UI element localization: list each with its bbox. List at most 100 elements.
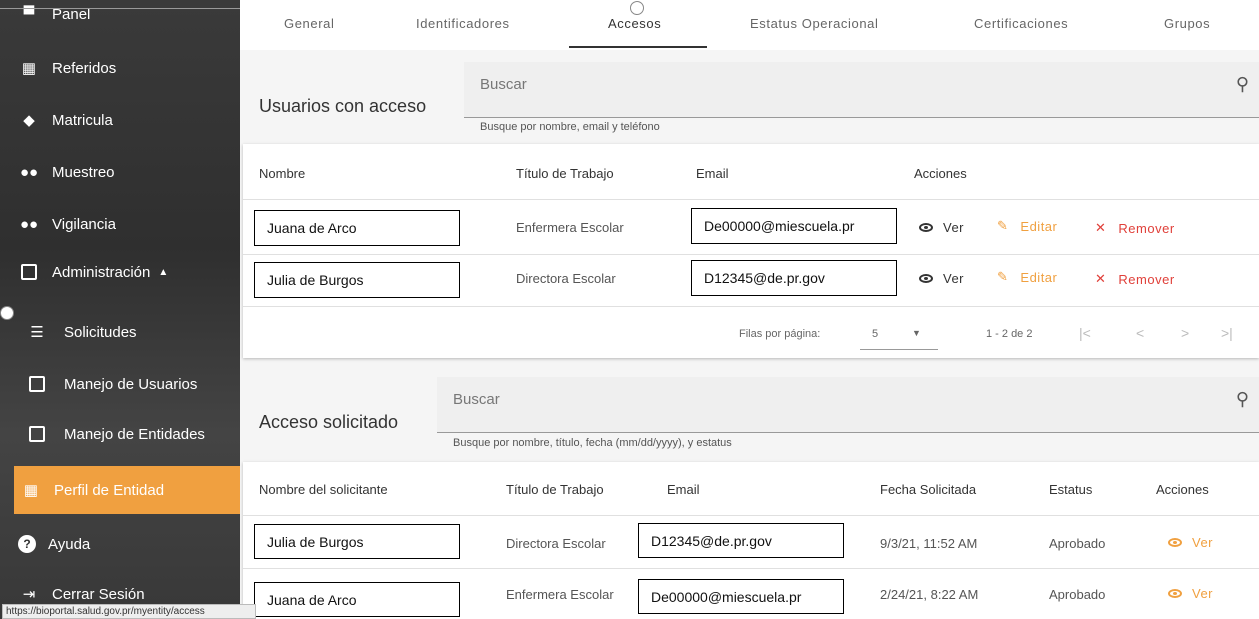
request-date-cell: 9/3/21, 11:52 AM — [880, 536, 978, 551]
column-header-status: Estatus — [1049, 482, 1093, 497]
resize-handle[interactable] — [630, 1, 644, 15]
resize-handle[interactable] — [0, 306, 14, 320]
eye-icon — [919, 274, 933, 283]
user-job-cell: Directora Escolar — [516, 271, 616, 286]
sidebar-item-label: Referidos — [52, 59, 117, 77]
sidebar-item-perfil-entidad[interactable]: ▦ Perfil de Entidad — [14, 466, 240, 514]
sidebar-item-muestreo[interactable]: ●● Muestreo — [0, 148, 240, 196]
sidebar-item-label: Administración — [52, 263, 151, 281]
requester-name-cell: Juana de Arco — [254, 582, 460, 617]
settings-box-icon — [18, 261, 40, 283]
search-icon[interactable]: ⚲ — [1236, 74, 1249, 95]
divider — [243, 199, 1259, 200]
rows-per-page-label: Filas por página: — [739, 328, 821, 340]
edit-button[interactable]: ✎ Editar — [997, 269, 1057, 285]
tab-identificadores[interactable]: Identificadores — [416, 16, 510, 31]
graduation-cap-icon: ◆ — [23, 112, 35, 129]
user-job-cell: Enfermera Escolar — [516, 220, 624, 235]
view-button[interactable]: Ver — [919, 271, 964, 286]
edit-button[interactable]: ✎ Editar — [997, 218, 1057, 234]
people-icon: ●● — [19, 215, 39, 233]
sidebar-item-label: Ayuda — [48, 535, 91, 553]
user-email-cell: De00000@miescuela.pr — [691, 208, 897, 244]
search-icon[interactable]: ⚲ — [1236, 389, 1249, 410]
requester-job-cell: Directora Escolar — [506, 536, 606, 551]
sidebar-item-matricula[interactable]: ◆ Matricula — [0, 96, 240, 144]
close-icon: ✕ — [1095, 220, 1107, 235]
requester-email-cell: De00000@miescuela.pr — [638, 579, 844, 614]
sidebar-item-solicitudes[interactable]: ☰ Solicitudes — [0, 308, 240, 356]
tab-certificaciones[interactable]: Certificaciones — [974, 16, 1068, 31]
sidebar-item-label: Muestreo — [52, 163, 115, 181]
sidebar-item-ayuda[interactable]: ? Ayuda — [0, 520, 240, 568]
request-status-cell: Aprobado — [1049, 536, 1106, 551]
sidebar-item-label: Cerrar Sesión — [52, 585, 145, 603]
people-icon: ●● — [19, 163, 39, 181]
sidebar-item-vigilancia[interactable]: ●● Vigilancia — [0, 200, 240, 248]
account-box-icon — [26, 373, 48, 395]
pencil-icon: ✎ — [997, 269, 1009, 284]
sidebar: ▀ Panel ▦ Referidos ◆ Matricula ●● Muest… — [0, 0, 240, 619]
search-hint: Busque por nombre, título, fecha (mm/dd/… — [453, 437, 732, 449]
tab-estatus-operacional[interactable]: Estatus Operacional — [750, 16, 878, 31]
pencil-icon: ✎ — [997, 218, 1009, 233]
tab-general[interactable]: General — [284, 16, 334, 31]
sidebar-item-panel[interactable]: ▀ Panel — [0, 0, 240, 38]
column-header-email: Email — [696, 166, 729, 181]
tab-grupos[interactable]: Grupos — [1164, 16, 1210, 31]
pagination-range: 1 - 2 de 2 — [986, 328, 1033, 340]
column-header-date: Fecha Solicitada — [880, 482, 977, 497]
building-icon: ▦ — [23, 482, 39, 499]
search-placeholder: Buscar — [453, 391, 500, 408]
column-header-job: Título de Trabajo — [516, 166, 614, 181]
search-hint: Busque por nombre, email y teléfono — [480, 121, 660, 133]
user-name-cell: Juana de Arco — [254, 210, 460, 246]
dropdown-arrow-icon: ▼ — [912, 328, 921, 338]
divider — [243, 306, 1259, 307]
view-button[interactable]: Ver — [1168, 586, 1213, 601]
status-bar-url: https://bioportal.salud.gov.pr/myentity/… — [2, 604, 256, 619]
view-button[interactable]: Ver — [1168, 535, 1213, 550]
request-status-cell: Aprobado — [1049, 587, 1106, 602]
column-header-requester: Nombre del solicitante — [259, 482, 388, 497]
sidebar-item-label: Matricula — [52, 111, 113, 129]
sidebar-item-administracion[interactable]: Administración ▲ — [0, 248, 240, 296]
column-header-email: Email — [667, 482, 700, 497]
next-page-icon[interactable]: > — [1181, 325, 1189, 341]
help-icon: ? — [18, 535, 36, 553]
remove-button[interactable]: ✕ Remover — [1095, 271, 1175, 287]
user-email-cell: D12345@de.pr.gov — [691, 260, 897, 296]
column-header-name: Nombre — [259, 166, 306, 181]
building-icon: ▦ — [21, 60, 37, 77]
divider — [243, 515, 1259, 516]
divider — [243, 254, 1259, 255]
view-button[interactable]: Ver — [919, 220, 964, 235]
sidebar-item-referidos[interactable]: ▦ Referidos — [0, 44, 240, 92]
sidebar-item-manejo-usuarios[interactable]: Manejo de Usuarios — [0, 360, 240, 408]
account-box-icon — [26, 423, 48, 445]
column-header-actions: Acciones — [1156, 482, 1209, 497]
sidebar-item-label: Perfil de Entidad — [54, 481, 165, 499]
dashboard-icon: ▀ — [23, 5, 35, 23]
users-search-input[interactable]: Buscar ⚲ — [464, 62, 1259, 118]
column-header-actions: Acciones — [914, 166, 967, 181]
remove-button[interactable]: ✕ Remover — [1095, 220, 1175, 236]
requests-search-input[interactable]: Buscar ⚲ — [437, 377, 1259, 433]
requester-email-cell: D12345@de.pr.gov — [638, 523, 844, 558]
first-page-icon[interactable]: |< — [1079, 325, 1091, 341]
sidebar-item-label: Solicitudes — [64, 323, 137, 341]
tab-accesos[interactable]: Accesos — [608, 16, 661, 31]
sidebar-item-manejo-entidades[interactable]: Manejo de Entidades — [0, 410, 240, 458]
sidebar-item-label: Manejo de Entidades — [64, 425, 205, 443]
logout-icon: ⇥ — [22, 586, 36, 603]
user-name-cell: Julia de Burgos — [254, 262, 460, 298]
request-date-cell: 2/24/21, 8:22 AM — [880, 587, 979, 602]
requests-table: Nombre del solicitante Título de Trabajo… — [243, 462, 1259, 619]
users-table: Nombre Título de Trabajo Email Acciones … — [243, 144, 1259, 358]
search-placeholder: Buscar — [480, 76, 527, 93]
last-page-icon[interactable]: >| — [1221, 325, 1233, 341]
active-tab-indicator — [569, 46, 707, 48]
requester-job-cell: Enfermera Escolar — [506, 587, 614, 602]
prev-page-icon[interactable]: < — [1136, 325, 1144, 341]
rows-per-page-select[interactable]: 5 ▼ — [860, 320, 938, 350]
